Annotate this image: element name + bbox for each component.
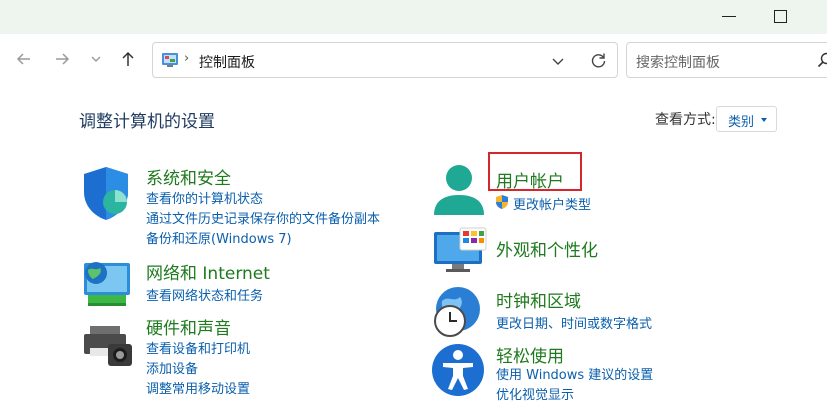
up-button[interactable] [115,46,141,72]
breadcrumb-control-panel[interactable]: 控制面板 [199,52,255,72]
user-icon [432,163,486,219]
view-by-dropdown[interactable]: 类别 [716,106,777,132]
arrow-right-icon [54,51,70,67]
address-dropdown-icon[interactable] [551,54,565,68]
category-title-appearance[interactable]: 外观和个性化 [496,236,598,261]
shield-icon [80,164,132,222]
search-icon[interactable] [817,52,827,68]
category-title-hardware-sound[interactable]: 硬件和声音 [146,314,231,339]
uac-shield-icon [494,194,510,210]
forward-button[interactable] [49,46,75,72]
highlight-annotation [488,152,582,191]
caret-down-icon [761,118,767,122]
chevron-down-icon [90,53,102,65]
refresh-icon[interactable] [590,52,607,69]
network-globe-icon [80,259,134,309]
title-bar [0,0,827,34]
link-optimize-visual-display[interactable]: 优化视觉显示 [496,384,574,403]
navigation-bar: › 控制面板 搜索控制面板 [0,34,827,84]
link-windows-recommended-settings[interactable]: 使用 Windows 建议的设置 [496,364,653,383]
monitor-palette-icon [432,226,488,274]
link-file-history-backup[interactable]: 通过文件历史记录保存你的文件备份副本 [146,208,380,227]
link-view-computer-status[interactable]: 查看你的计算机状态 [146,188,263,207]
category-title-system-security[interactable]: 系统和安全 [146,164,231,189]
address-bar[interactable]: › 控制面板 [152,42,618,78]
clock-globe-icon [430,285,486,341]
page-title: 调整计算机的设置 [79,107,215,132]
breadcrumb-separator: › [184,51,189,66]
category-title-clock-region[interactable]: 时钟和区域 [496,287,581,312]
search-input[interactable]: 搜索控制面板 [636,52,720,72]
view-by-label: 查看方式: [655,109,716,129]
link-change-date-time-format[interactable]: 更改日期、时间或数字格式 [496,313,652,332]
minimize-button[interactable] [722,16,736,17]
view-by-value: 类别 [728,111,754,130]
accessibility-icon [430,342,486,398]
link-add-device[interactable]: 添加设备 [146,358,198,377]
link-backup-restore[interactable]: 备份和还原(Windows 7) [146,228,292,247]
maximize-button[interactable] [774,10,787,23]
link-view-network-status[interactable]: 查看网络状态和任务 [146,285,263,304]
recent-locations-button[interactable] [83,46,109,72]
back-button[interactable] [11,46,37,72]
search-box[interactable]: 搜索控制面板 [626,42,827,78]
arrow-up-icon [120,51,136,67]
printer-icon [80,314,136,370]
category-title-network-internet[interactable]: 网络和 Internet [146,259,270,284]
link-mobility-settings[interactable]: 调整常用移动设置 [146,378,250,397]
link-change-account-type[interactable]: 更改帐户类型 [513,194,591,213]
arrow-left-icon [16,51,32,67]
control-panel-icon [161,52,179,68]
link-devices-printers[interactable]: 查看设备和打印机 [146,338,250,357]
